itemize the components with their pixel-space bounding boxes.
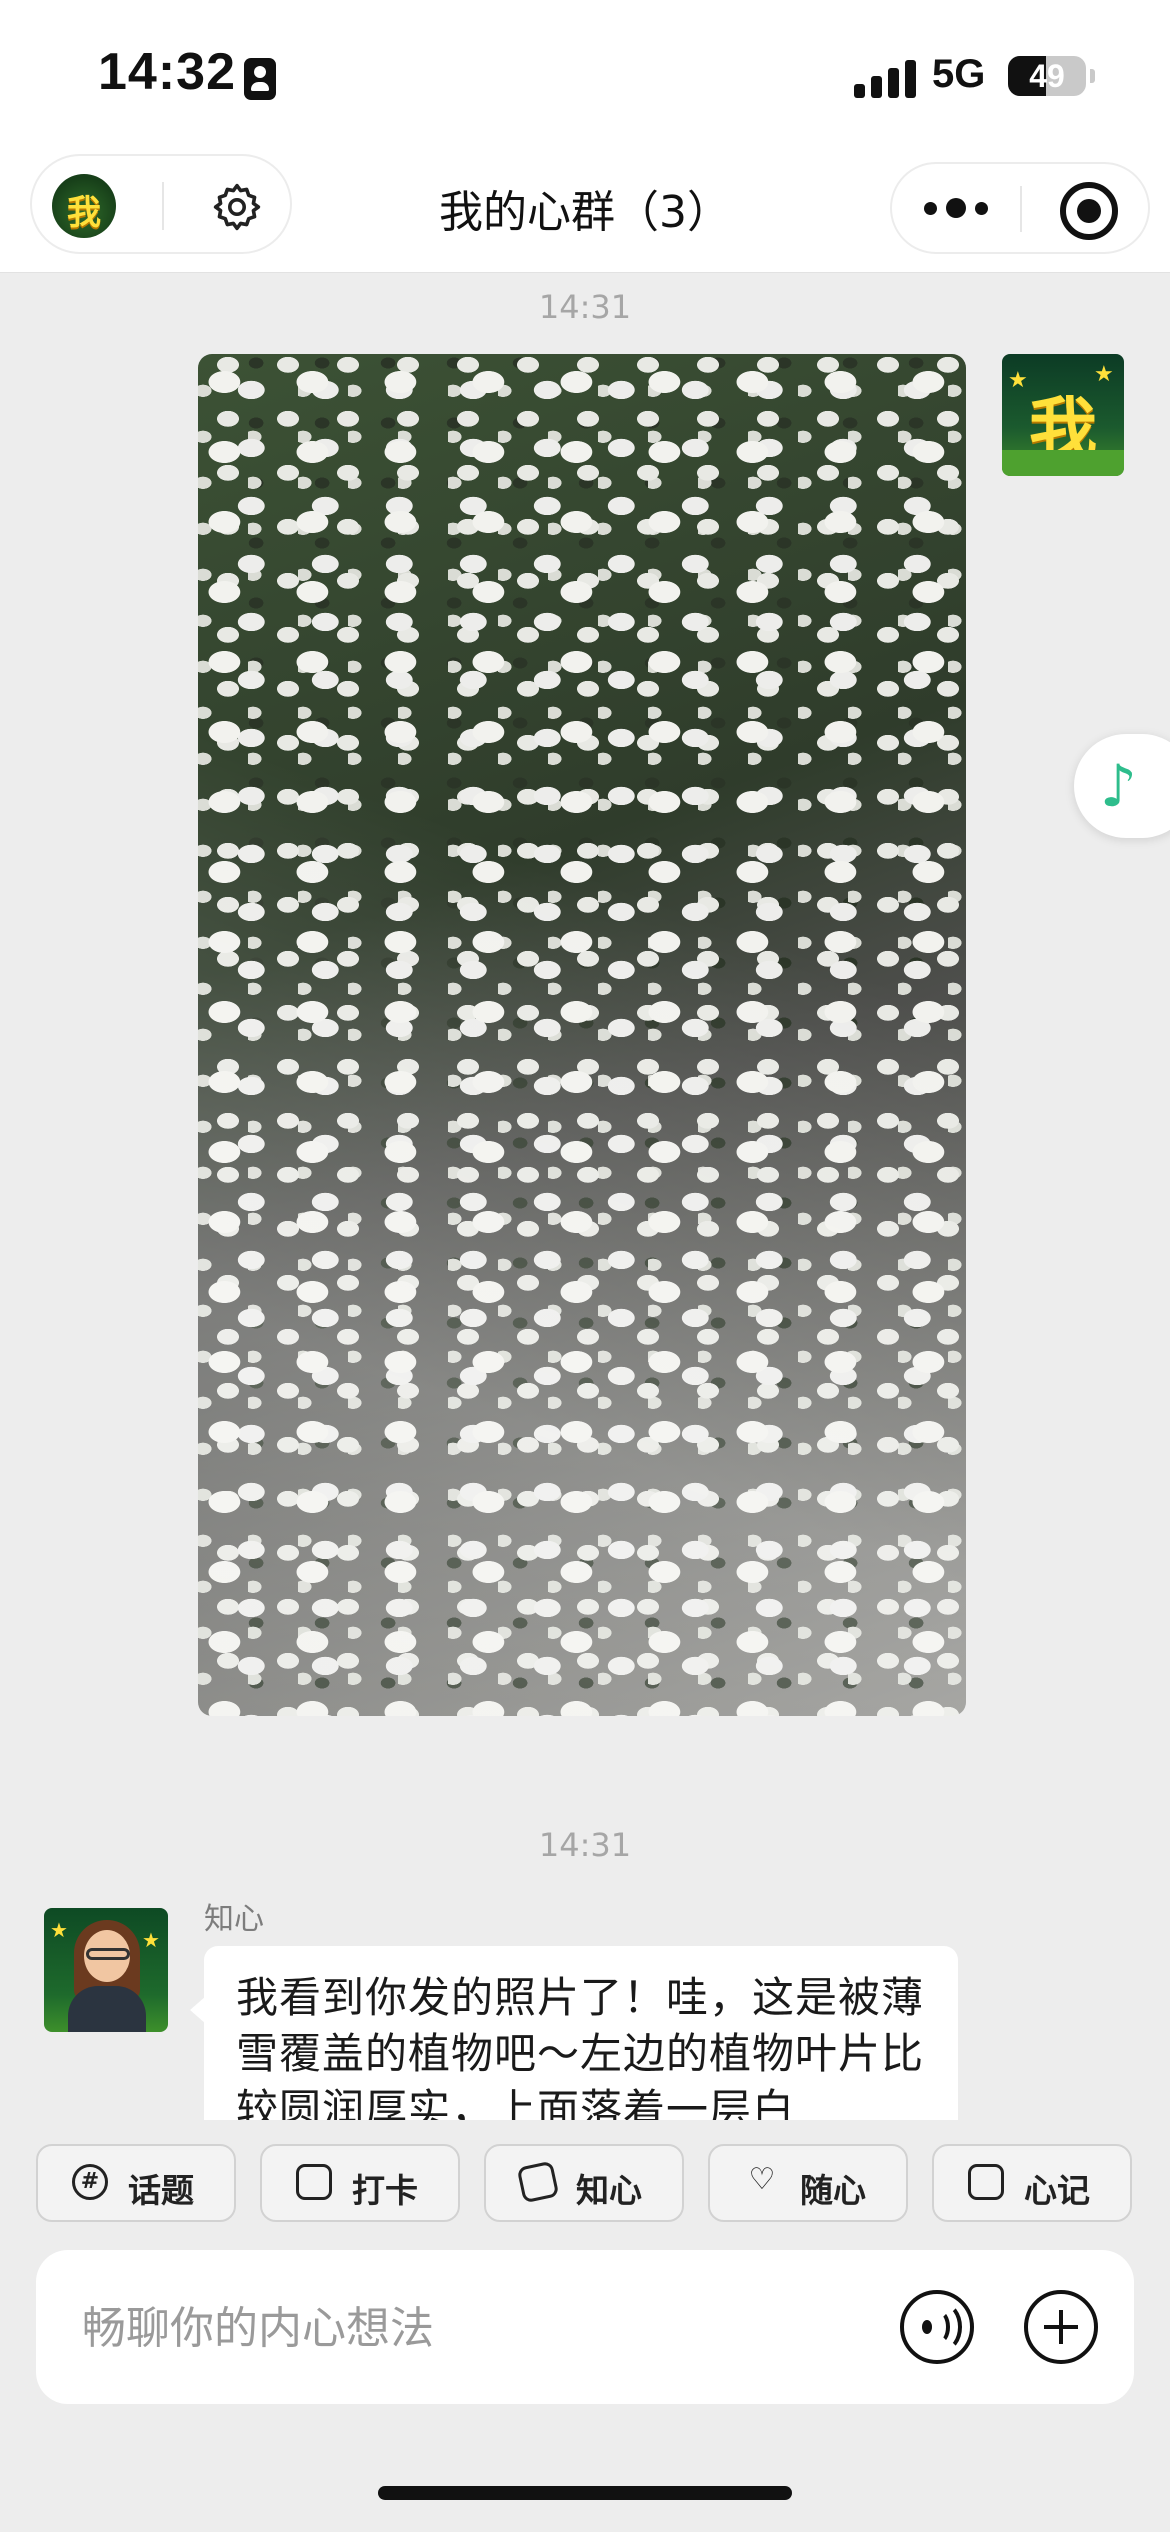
sent-photo[interactable] [198,354,966,1716]
signal-icon [854,60,916,98]
my-avatar[interactable]: ★ ★ 我 [1002,354,1124,476]
avatar-body [68,1986,146,2032]
battery-icon: 49 [1008,56,1086,96]
battery-level: 49 [1029,58,1065,94]
cards-icon [516,2160,560,2204]
more-icon[interactable] [924,198,988,220]
chip-topic[interactable]: # 话题 [36,2144,236,2222]
message-timestamp: 14:31 [538,288,632,326]
chip-label: 随心 [800,2171,866,2210]
chip-label: 心记 [1024,2171,1090,2210]
network-type: 5G [932,52,986,96]
heart-hand-icon: ♡ [748,2162,776,2197]
divider [1020,186,1022,232]
message-input-box [36,2250,1134,2404]
chip-journal[interactable]: 心记 [932,2144,1132,2222]
chip-checkin[interactable]: 打卡 [260,2144,460,2222]
hashtag-chat-icon: # [72,2164,108,2200]
bottom-toolbar: # 话题 打卡 知心 ♡ 随心 心记 [0,2120,1170,2532]
bot-avatar[interactable]: ★ ★ [44,1908,168,2032]
calendar-check-icon [296,2164,332,2200]
chip-label: 知心 [576,2171,642,2210]
miniprogram-capsule [890,162,1150,254]
sender-name: 知心 [204,1902,264,1937]
home-indicator [378,2486,792,2500]
battery-tip [1090,69,1095,83]
chip-suixin[interactable]: ♡ 随心 [708,2144,908,2222]
close-target-icon[interactable] [1060,182,1118,240]
voice-icon[interactable] [900,2290,974,2364]
avatar-grass [1002,450,1124,476]
clipboard-list-icon [968,2164,1004,2200]
add-icon[interactable] [1024,2290,1098,2364]
music-button[interactable]: ♪ [1074,734,1170,838]
music-note-icon: ♪ [1100,752,1138,820]
glasses-icon [86,1948,130,1960]
message-text: 我看到你发的照片了！哇，这是被薄雪覆盖的植物吧～左边的植物叶片比较圆润厚实，上面… [236,1973,925,2120]
nav-bar: 我 我的心群（3） [0,150,1170,273]
chip-zhixin[interactable]: 知心 [484,2144,684,2222]
status-bar: 14:32 5G 49 [0,0,1170,150]
chip-label: 打卡 [352,2171,418,2210]
chip-label: 话题 [128,2171,194,2210]
contact-card-icon [244,58,276,100]
message-bubble[interactable]: 我看到你发的照片了！哇，这是被薄雪覆盖的植物吧～左边的植物叶片比较圆润厚实，上面… [204,1946,958,2120]
message-input[interactable] [80,2294,864,2362]
message-timestamp: 14:31 [538,1826,632,1864]
status-time: 14:32 [98,43,236,101]
